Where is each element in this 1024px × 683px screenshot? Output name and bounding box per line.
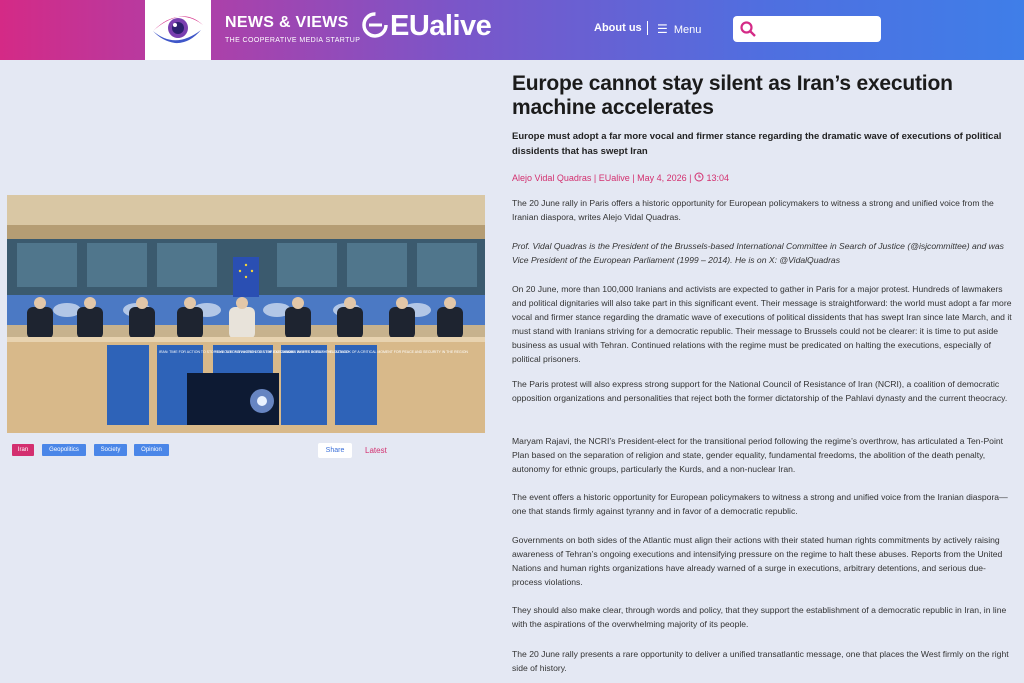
share-button[interactable]: Share [318, 443, 352, 458]
latest-link[interactable]: Latest [365, 446, 387, 455]
article-paragraph: The event offers a historic opportunity … [512, 492, 1008, 516]
search-input[interactable] [759, 20, 875, 38]
nav-about-us[interactable]: About us [594, 22, 642, 34]
search-icon [740, 21, 756, 37]
menu-label: Menu [673, 24, 702, 36]
site-name: EUalive [390, 10, 492, 42]
byline-text[interactable]: Alejo Vidal Quadras | EUalive | May 4, 2… [512, 173, 694, 183]
article-byline: Alejo Vidal Quadras | EUalive | May 4, 2… [512, 172, 1012, 183]
article-paragraph: On 20 June, more than 100,000 Iranians a… [512, 284, 1012, 364]
placard-3: HUMAN RIGHTS IN IRAN: THE OUTLOOK OF A C… [283, 350, 468, 354]
tag-geopolitics[interactable]: Geopolitics [42, 444, 86, 456]
article-paragraph: Maryam Rajavi, the NCRI’s President-elec… [512, 436, 1004, 474]
article-photo: IRAN: TIME FOR ACTION TO STOP EXECUTIONS… [7, 195, 485, 433]
article-paragraph: The 20 June rally presents a rare opport… [512, 649, 1009, 673]
author-bio: Prof. Vidal Quadras is the President of … [512, 241, 1004, 265]
article-subtitle: Europe must adopt a far more vocal and f… [512, 131, 1002, 157]
brand-title: NEWS & VIEWS [225, 14, 349, 31]
brand-tagline: THE COOPERATIVE MEDIA STARTUP [225, 37, 361, 44]
article-paragraph: The 20 June rally in Paris offers a hist… [512, 198, 994, 222]
eye-logo-icon [153, 16, 203, 44]
conference-photo-image: IRAN: TIME FOR ACTION TO STOP EXECUTIONS… [7, 195, 485, 433]
article-paragraph: The Paris protest will also express stro… [512, 379, 1008, 403]
article-title: Europe cannot stay silent as Iran’s exec… [512, 72, 953, 119]
brand-block[interactable]: NEWS & VIEWS THE COOPERATIVE MEDIA START… [225, 14, 360, 44]
article-paragraph: Governments on both sides of the Atlanti… [512, 535, 1003, 587]
tag-opinion[interactable]: Opinion [134, 444, 169, 456]
eye-logo[interactable] [145, 0, 211, 60]
eualive-mark-icon [362, 12, 388, 38]
hamburger-icon: ☰ [657, 22, 668, 36]
clock-icon [694, 172, 704, 182]
tag-iran[interactable]: Iran [12, 444, 34, 456]
nav-divider [647, 21, 648, 35]
nav-menu[interactable]: ☰ Menu [657, 22, 701, 36]
publish-time: 13:04 [706, 173, 729, 183]
eualive-logo[interactable]: EUalive [360, 10, 492, 43]
tag-society[interactable]: Society [94, 444, 127, 456]
search-box[interactable] [733, 16, 881, 42]
article-paragraph: They should also make clear, through wor… [512, 605, 1007, 629]
site-header: NEWS & VIEWS THE COOPERATIVE MEDIA START… [0, 0, 1024, 60]
